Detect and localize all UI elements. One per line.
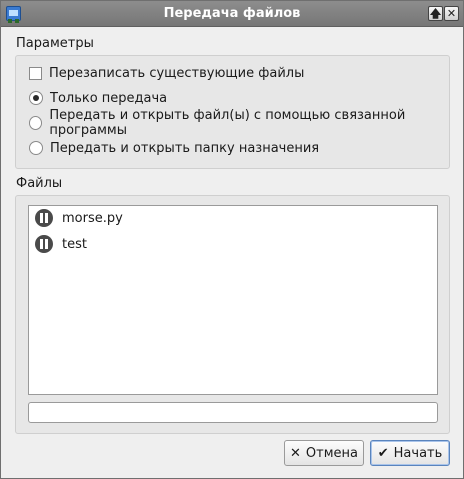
pause-icon[interactable] bbox=[35, 235, 53, 253]
maximize-button[interactable]: 🡅 bbox=[428, 6, 443, 21]
cancel-label: Отмена bbox=[305, 445, 358, 461]
start-button[interactable]: ✔ Начать bbox=[370, 440, 450, 466]
radio-button[interactable] bbox=[29, 91, 43, 105]
close-icon: ✕ bbox=[290, 445, 301, 461]
progress-bar bbox=[28, 402, 438, 423]
radio-button[interactable] bbox=[29, 141, 43, 155]
radio-label: Передать и открыть файл(ы) с помощью свя… bbox=[49, 108, 406, 138]
checkmark-icon: ✔ bbox=[377, 445, 389, 461]
overwrite-checkbox[interactable]: Перезаписать существующие файлы bbox=[29, 64, 304, 82]
file-list[interactable]: morse.py test bbox=[28, 205, 438, 395]
radio-transfer-only[interactable]: Только передача bbox=[29, 89, 167, 107]
radio-button[interactable] bbox=[29, 116, 43, 130]
params-group-label: Параметры bbox=[16, 36, 94, 51]
checkbox-box[interactable] bbox=[29, 66, 42, 80]
radio-label: Только передача bbox=[50, 90, 168, 106]
file-name: morse.py bbox=[62, 210, 123, 226]
close-window-button[interactable]: ✕ bbox=[444, 6, 459, 21]
title-bar[interactable]: Передача файлов 🡅 ✕ bbox=[1, 1, 463, 27]
radio-transfer-open-folder[interactable]: Передать и открыть папку назначения bbox=[29, 139, 319, 157]
files-group-label: Файлы bbox=[16, 176, 63, 191]
list-item[interactable]: morse.py bbox=[35, 208, 123, 228]
overwrite-label: Перезаписать существующие файлы bbox=[49, 65, 305, 81]
start-label: Начать bbox=[393, 445, 443, 461]
pause-icon[interactable] bbox=[35, 209, 53, 227]
radio-transfer-open-file[interactable]: Передать и открыть файл(ы) с помощью свя… bbox=[29, 108, 463, 138]
window-title: Передача файлов bbox=[163, 6, 301, 21]
radio-label: Передать и открыть папку назначения bbox=[50, 140, 320, 156]
file-name: test bbox=[62, 236, 87, 252]
cancel-button[interactable]: ✕ Отмена bbox=[284, 440, 364, 466]
list-item[interactable]: test bbox=[35, 234, 87, 254]
file-transfer-dialog: Передача файлов 🡅 ✕ Параметры Перезаписа… bbox=[0, 0, 464, 479]
